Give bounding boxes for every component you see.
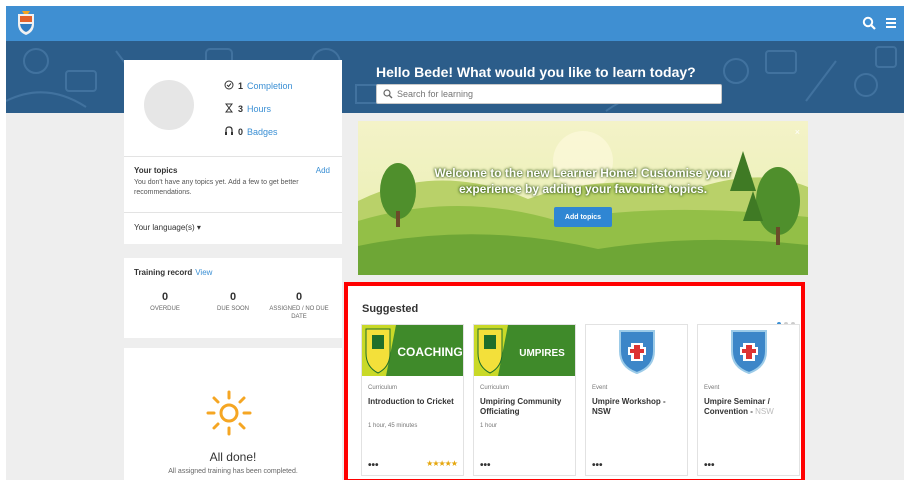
- stat-badges[interactable]: 0 Badges: [224, 126, 278, 137]
- suggested-section: Suggested COACHING Curriculum Introducti…: [344, 282, 805, 480]
- stat-label[interactable]: Hours: [247, 104, 271, 114]
- all-done-title: All done!: [209, 450, 257, 464]
- count-label: OVERDUE: [150, 306, 180, 312]
- more-options-icon[interactable]: •••: [592, 460, 603, 471]
- umpires-thumbnail: UMPIRES: [474, 325, 575, 376]
- menu-icon[interactable]: [884, 16, 898, 30]
- course-title: Umpire Workshop - NSW: [592, 397, 666, 416]
- training-view-link[interactable]: View: [195, 268, 212, 277]
- top-bar: [6, 6, 904, 41]
- stat-label[interactable]: Completion: [247, 81, 293, 91]
- course-title: Umpire Seminar / Convention - NSW: [704, 397, 796, 417]
- stat-value: 3: [238, 104, 244, 114]
- count-label: DUE SOON: [216, 306, 249, 312]
- course-title: Introduction to Cricket: [368, 397, 454, 406]
- welcome-message: Welcome to the new Learner Home! Customi…: [358, 165, 808, 197]
- all-done-text: All assigned training has been completed…: [168, 468, 298, 475]
- course-title: Umpiring Community Officiating: [480, 397, 562, 416]
- suggested-title: Suggested: [362, 303, 419, 315]
- course-type: Event: [592, 385, 608, 391]
- event-shield-thumbnail: [586, 325, 687, 376]
- learning-search-input[interactable]: [397, 87, 707, 101]
- divider: [124, 156, 342, 157]
- course-duration: 1 hour: [480, 423, 498, 429]
- count-value: 0: [161, 291, 169, 303]
- overdue-count[interactable]: 0 OVERDUE: [130, 291, 200, 313]
- training-record-card: Training record View 0 OVERDUE 0 DUE SOON…: [124, 258, 342, 338]
- all-done-card: All done! All assigned training has been…: [124, 348, 342, 480]
- welcome-line-2: experience by adding your favourite topi…: [458, 182, 708, 196]
- count-value: 0: [295, 291, 303, 303]
- add-topics-button[interactable]: Add topics: [554, 207, 612, 227]
- stat-completion[interactable]: 1 Completion: [224, 80, 293, 91]
- hourglass-icon: [225, 103, 233, 113]
- course-card[interactable]: UMPIRES Curriculum Umpiring Community Of…: [473, 324, 576, 476]
- app-frame: Hello Bede! What would you like to learn…: [6, 6, 904, 480]
- count-value: 0: [229, 291, 237, 303]
- count-label: ASSIGNED / NO DUE DATE: [269, 306, 329, 320]
- sun-icon: [206, 390, 252, 436]
- welcome-hero: Welcome to the new Learner Home! Customi…: [358, 121, 808, 275]
- caret-down-icon: ▾: [196, 223, 201, 232]
- add-topics-link[interactable]: Add: [316, 166, 330, 175]
- course-type: Curriculum: [480, 385, 510, 391]
- rating-stars: ★★★★★: [426, 459, 458, 468]
- language-dropdown[interactable]: Your language(s) ▾: [134, 223, 201, 232]
- course-duration: 1 hour, 45 minutes: [368, 423, 418, 429]
- learning-search-box[interactable]: [376, 84, 722, 104]
- event-shield-thumbnail: [698, 325, 799, 376]
- badge-icon: [225, 126, 233, 135]
- training-title-text: Training record: [134, 268, 193, 277]
- topics-title: Your topics: [134, 166, 178, 175]
- training-record-title: Training record View: [134, 268, 212, 277]
- due-soon-count[interactable]: 0 DUE SOON: [198, 291, 268, 313]
- avatar[interactable]: [144, 80, 194, 130]
- event-card[interactable]: Event Umpire Workshop - NSW •••: [585, 324, 688, 476]
- more-options-icon[interactable]: •••: [368, 460, 379, 471]
- profile-card: 1 Completion 3 Hours 0 Badges Your topics A…: [124, 60, 342, 244]
- close-icon[interactable]: ×: [795, 127, 800, 137]
- clock-check-icon: [224, 80, 234, 90]
- event-card[interactable]: Event Umpire Seminar / Convention - NSW …: [697, 324, 800, 476]
- course-type: Event: [704, 385, 720, 391]
- topics-empty-text: You don't have any topics yet. Add a few…: [134, 179, 299, 196]
- stat-value: 0: [238, 127, 244, 137]
- stat-hours[interactable]: 3 Hours: [224, 103, 271, 114]
- course-title-faded: NSW: [755, 407, 774, 416]
- course-type: Curriculum: [368, 385, 398, 391]
- language-label: Your language(s): [134, 223, 195, 232]
- assigned-count[interactable]: 0 ASSIGNED / NO DUE DATE: [264, 291, 334, 321]
- course-card[interactable]: COACHING Curriculum Introduction to Cric…: [361, 324, 464, 476]
- hills-illustration: [358, 121, 808, 275]
- thumb-label: UMPIRES: [519, 348, 565, 359]
- stat-label[interactable]: Badges: [247, 127, 278, 137]
- coaching-thumbnail: COACHING: [362, 325, 463, 376]
- more-options-icon[interactable]: •••: [704, 460, 715, 471]
- welcome-line-1: Welcome to the new Learner Home! Customi…: [434, 166, 732, 180]
- logo[interactable]: [16, 10, 36, 36]
- search-icon[interactable]: [862, 16, 876, 30]
- thumb-label: COACHING: [397, 345, 462, 359]
- greeting-heading: Hello Bede! What would you like to learn…: [376, 64, 696, 80]
- stat-value: 1: [238, 81, 244, 91]
- more-options-icon[interactable]: •••: [480, 460, 491, 471]
- divider: [124, 212, 342, 213]
- search-field-icon: [383, 89, 393, 99]
